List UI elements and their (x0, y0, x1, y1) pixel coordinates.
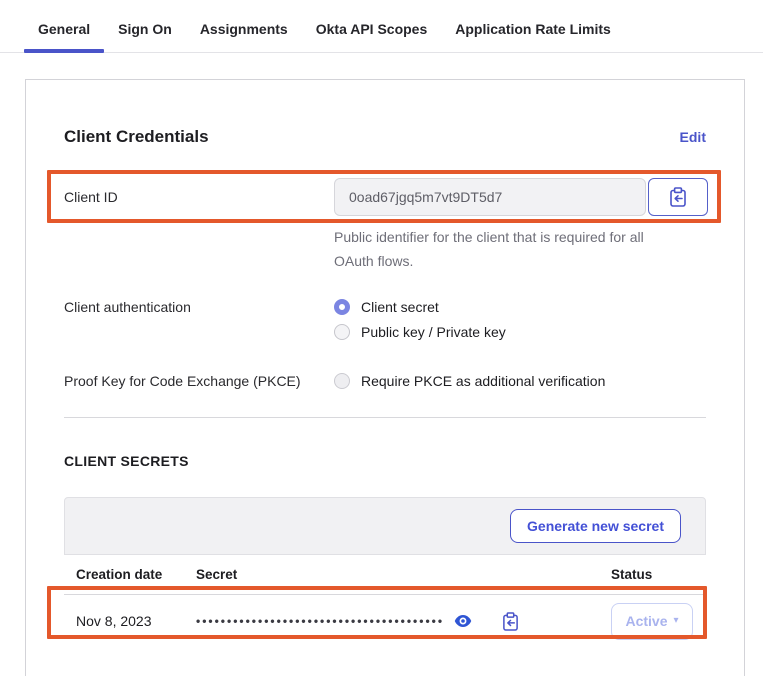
pkce-checkbox-option[interactable]: Require PKCE as additional verification (334, 373, 605, 389)
edit-link[interactable]: Edit (680, 129, 706, 145)
column-header-secret: Secret (196, 567, 611, 582)
tab-sign-on[interactable]: Sign On (104, 21, 186, 52)
section-title: Client Credentials (64, 127, 209, 147)
status-label: Active (625, 613, 667, 629)
client-secrets-table: Generate new secret Creation date Secret… (64, 497, 706, 647)
clipboard-copy-icon (669, 187, 687, 207)
status-dropdown-button[interactable]: Active ▾ (611, 603, 693, 640)
masked-secret-value: •••••••••••••••••••••••••••••••••••••••• (196, 614, 444, 628)
client-id-input[interactable] (334, 178, 646, 216)
pkce-row: Proof Key for Code Exchange (PKCE) Requi… (64, 373, 706, 389)
tab-assignments[interactable]: Assignments (186, 21, 302, 52)
pkce-option-label: Require PKCE as additional verification (361, 373, 605, 389)
radio-option-client-secret[interactable]: Client secret (334, 299, 506, 315)
client-authentication-label: Client authentication (64, 299, 334, 340)
section-divider (64, 417, 706, 418)
generate-new-secret-button[interactable]: Generate new secret (510, 509, 681, 543)
copy-client-id-button[interactable] (648, 178, 708, 216)
general-settings-card: Client Credentials Edit Client ID Public… (25, 79, 745, 676)
status-cell: Active ▾ (611, 603, 706, 640)
app-tab-bar: General Sign On Assignments Okta API Sco… (0, 0, 763, 53)
client-authentication-options: Client secret Public key / Private key (334, 299, 506, 340)
client-id-label: Client ID (64, 189, 334, 205)
client-secrets-heading: CLIENT SECRETS (64, 453, 706, 469)
client-credentials-header: Client Credentials Edit (64, 127, 706, 147)
eye-icon (454, 614, 472, 628)
table-toolbar: Generate new secret (64, 497, 706, 555)
column-header-creation-date: Creation date (76, 567, 196, 582)
radio-selected-icon[interactable] (334, 299, 350, 315)
radio-label: Public key / Private key (361, 324, 506, 340)
table-row: Nov 8, 2023 ••••••••••••••••••••••••••••… (64, 595, 706, 647)
tab-okta-api-scopes[interactable]: Okta API Scopes (302, 21, 442, 52)
client-id-controls (334, 178, 708, 216)
pkce-label: Proof Key for Code Exchange (PKCE) (64, 373, 334, 389)
client-id-help-text: Public identifier for the client that is… (334, 225, 668, 273)
radio-unselected-icon[interactable] (334, 324, 350, 340)
client-id-row: Client ID (64, 178, 706, 216)
checkbox-unchecked-icon[interactable] (334, 373, 350, 389)
clipboard-copy-icon (502, 612, 519, 631)
radio-label: Client secret (361, 299, 439, 315)
tab-general[interactable]: General (24, 21, 104, 52)
copy-secret-button[interactable] (502, 612, 519, 631)
radio-option-public-private-key[interactable]: Public key / Private key (334, 324, 506, 340)
reveal-secret-button[interactable] (454, 614, 472, 628)
secret-cell: •••••••••••••••••••••••••••••••••••••••• (196, 612, 611, 631)
tab-application-rate-limits[interactable]: Application Rate Limits (441, 21, 625, 52)
column-header-status: Status (611, 567, 706, 582)
creation-date-cell: Nov 8, 2023 (76, 613, 196, 629)
caret-down-icon: ▾ (674, 616, 679, 626)
table-header-row: Creation date Secret Status (64, 555, 706, 595)
client-authentication-row: Client authentication Client secret Publ… (64, 299, 706, 340)
